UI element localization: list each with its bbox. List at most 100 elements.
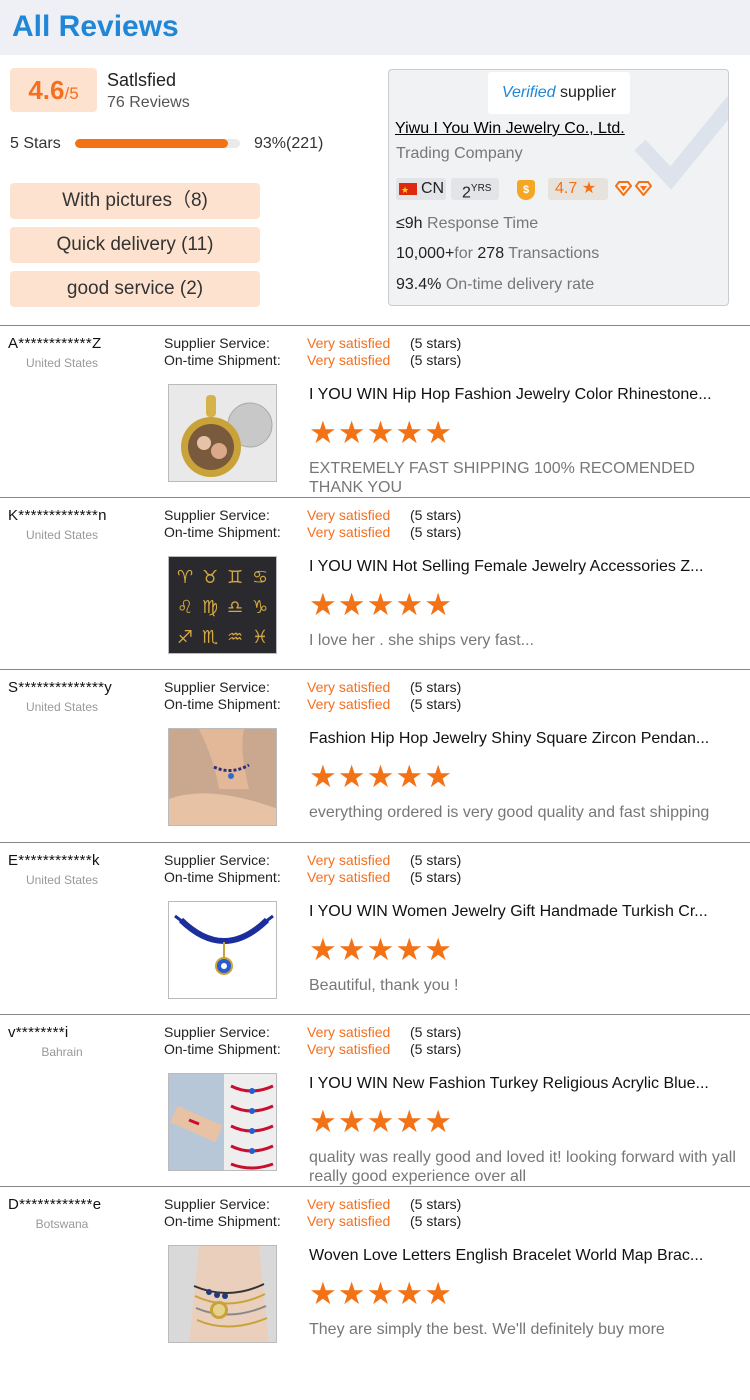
- supplier-service-label: Supplier Service:: [164, 852, 270, 868]
- svg-text:♐: ♐: [177, 627, 193, 648]
- star-icon: ★: [366, 1104, 395, 1139]
- star-icon: ★: [395, 1104, 424, 1139]
- filter-tag-quick-delivery[interactable]: Quick delivery (11): [10, 227, 260, 263]
- shipment-value: Very satisfied: [307, 1041, 391, 1057]
- review-comment: everything ordered is very good quality …: [309, 804, 710, 821]
- delivery-rate-row: 93.4% On-time delivery rate: [396, 276, 594, 294]
- shipment-stars: (5 stars): [410, 524, 462, 540]
- product-title[interactable]: I YOU WIN New Fashion Turkey Religious A…: [309, 1075, 739, 1093]
- verified-supplier-badge: Verified supplier: [488, 72, 630, 114]
- diamond-icon: [615, 181, 632, 196]
- product-thumbnail-red-bracelets[interactable]: [168, 1073, 277, 1171]
- star-icon: ★: [337, 759, 366, 794]
- satisfaction-label: Satlsfied: [107, 70, 177, 90]
- review-item: S**************y United States Supplier …: [0, 669, 750, 841]
- product-title[interactable]: Woven Love Letters English Bracelet Worl…: [309, 1247, 739, 1265]
- product-title[interactable]: I YOU WIN Women Jewelry Gift Handmade Tu…: [309, 903, 739, 921]
- star-icon: ★: [337, 932, 366, 967]
- supplier-card: Verified supplier Yiwu I You Win Jewelry…: [388, 69, 729, 306]
- company-name-link[interactable]: Yiwu I You Win Jewelry Co., Ltd.: [395, 120, 625, 138]
- filter-tag-with-pictures[interactable]: With pictures（8): [10, 183, 260, 219]
- supplier-service-label: Supplier Service:: [164, 1024, 270, 1040]
- score-value: 4.6: [28, 75, 65, 105]
- score-suffix: /5: [64, 84, 79, 103]
- page-title: All Reviews: [12, 10, 179, 43]
- review-rating: ★★★★★: [309, 1106, 453, 1137]
- star-icon: ★: [366, 1276, 395, 1311]
- transactions-count: 278: [477, 245, 505, 262]
- shipment-label: On-time Shipment:: [164, 869, 281, 885]
- svg-text:♒: ♒: [227, 627, 243, 648]
- star-icon: ★: [337, 415, 366, 450]
- years-value: 2: [462, 184, 471, 202]
- product-title[interactable]: I YOU WIN Hot Selling Female Jewelry Acc…: [309, 558, 739, 576]
- supplier-service-stars: (5 stars): [410, 852, 462, 868]
- shipment-label: On-time Shipment:: [164, 524, 281, 540]
- star-icon: ★: [337, 587, 366, 622]
- star-icon: ★: [424, 415, 452, 450]
- supplier-service-value: Very satisfied: [307, 1024, 391, 1040]
- years-unit: YRS: [470, 183, 492, 194]
- shipment-label: On-time Shipment:: [164, 352, 281, 368]
- star-icon: ★: [424, 1276, 452, 1311]
- reviewer-name: A************Z: [8, 335, 102, 352]
- svg-text:♊: ♊: [227, 567, 243, 588]
- svg-text:♎: ♎: [227, 597, 243, 618]
- filter-tag-good-service[interactable]: good service (2): [10, 271, 260, 307]
- svg-text:♓: ♓: [252, 627, 268, 648]
- star-icon: ★: [366, 759, 395, 794]
- star-icon: ★: [309, 932, 337, 967]
- reviewer-country: Bahrain: [41, 1045, 83, 1059]
- product-thumbnail-zodiac-charms[interactable]: ♈ ♉ ♊ ♋ ♌ ♍ ♎ ♑ ♐ ♏ ♒ ♓: [168, 556, 277, 654]
- verified-word: Verified: [501, 84, 556, 101]
- star-icon: ★: [424, 932, 452, 967]
- product-thumbnail-photo-pendant[interactable]: [168, 384, 277, 482]
- supplier-service-stars: (5 stars): [410, 1196, 462, 1212]
- star-icon: ★: [366, 932, 395, 967]
- review-item: A************Z United States Supplier Se…: [0, 325, 750, 497]
- star-icon: ★: [309, 587, 337, 622]
- stars-percentage: 93%(221): [254, 135, 324, 152]
- supplier-service-stars: (5 stars): [410, 507, 462, 523]
- supplier-service-label: Supplier Service:: [164, 679, 270, 695]
- shipment-value: Very satisfied: [307, 524, 391, 540]
- star-icon: ★: [309, 1276, 337, 1311]
- star-icon: ★: [309, 1104, 337, 1139]
- product-thumbnail-anklet[interactable]: [168, 728, 277, 826]
- star-icon: ★: [395, 415, 424, 450]
- product-title[interactable]: Fashion Hip Hop Jewelry Shiny Square Zir…: [309, 730, 739, 748]
- review-item: D************e Botswana Supplier Service…: [0, 1186, 750, 1358]
- product-thumbnail-blue-bracelet[interactable]: [168, 901, 277, 999]
- reviewer-country: United States: [25, 528, 99, 542]
- star-icon: ★: [309, 415, 337, 450]
- review-item: v********i Bahrain Supplier Service: Ver…: [0, 1014, 750, 1186]
- star-icon: ★: [424, 759, 452, 794]
- transactions-label: Transactions: [504, 245, 600, 262]
- product-thumbnail-map-bracelet[interactable]: [168, 1245, 277, 1343]
- shipment-stars: (5 stars): [410, 1213, 462, 1229]
- shipment-value: Very satisfied: [307, 1213, 391, 1229]
- review-item: K*************n United States Supplier S…: [0, 497, 750, 669]
- svg-text:♋: ♋: [252, 567, 268, 588]
- review-comment: I love her . she ships very fast...: [309, 632, 534, 649]
- star-icon: ★: [309, 759, 337, 794]
- response-time-label: Response Time: [422, 215, 539, 232]
- reviewer-country: Botswana: [35, 1217, 89, 1231]
- review-rating: ★★★★★: [309, 589, 453, 620]
- star-icon: ★: [395, 932, 424, 967]
- supplier-service-label: Supplier Service:: [164, 507, 270, 523]
- review-rating: ★★★★★: [309, 761, 453, 792]
- supplier-service-value: Very satisfied: [307, 507, 391, 523]
- transactions-for: for: [454, 245, 478, 262]
- stars-breakdown-label: 5 Stars: [10, 135, 61, 152]
- review-rating: ★★★★★: [309, 417, 453, 448]
- product-title[interactable]: I YOU WIN Hip Hop Fashion Jewelry Color …: [309, 386, 739, 404]
- shipment-stars: (5 stars): [410, 696, 462, 712]
- transactions-value: 10,000+: [396, 245, 455, 262]
- overall-score: 4.6/5: [10, 68, 97, 112]
- star-icon: ★: [424, 587, 452, 622]
- supplier-service-label: Supplier Service:: [164, 1196, 270, 1212]
- supplier-service-value: Very satisfied: [307, 335, 391, 351]
- star-icon: ★: [395, 587, 424, 622]
- china-flag-icon: [399, 179, 417, 201]
